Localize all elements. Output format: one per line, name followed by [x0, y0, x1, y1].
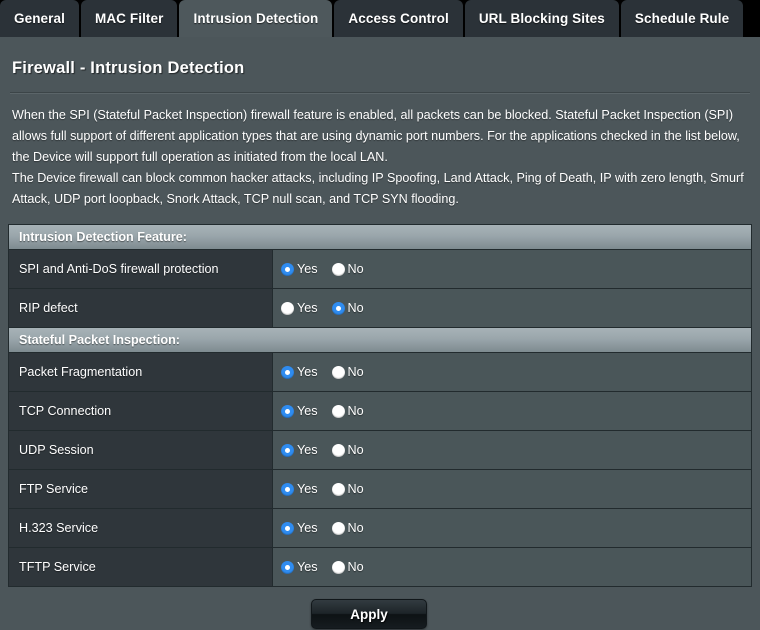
radio-option-yes[interactable]: Yes — [281, 521, 318, 535]
radio-no-label: No — [347, 365, 364, 379]
radio-yes-icon[interactable] — [281, 301, 294, 315]
radio-option-no[interactable]: No — [331, 482, 364, 496]
radio-group: Yes No — [281, 560, 378, 574]
setting-value: Yes No — [273, 353, 751, 391]
description-paragraph-2: The Device firewall can block common hac… — [12, 171, 744, 206]
tab-bar: General MAC Filter Intrusion Detection Acce… — [0, 0, 760, 37]
page-description: When the SPI (Stateful Packet Inspection… — [8, 93, 752, 210]
radio-yes-icon[interactable] — [281, 443, 294, 457]
setting-label: SPI and Anti-DoS firewall protection — [9, 250, 273, 288]
radio-yes-icon[interactable] — [281, 365, 294, 379]
setting-value: Yes No — [273, 392, 751, 430]
setting-value: Yes No — [273, 431, 751, 469]
setting-label: UDP Session — [9, 431, 273, 469]
radio-no-label: No — [347, 404, 364, 418]
radio-no-label: No — [347, 262, 364, 276]
radio-option-yes[interactable]: Yes — [281, 404, 318, 418]
radio-option-yes[interactable]: Yes — [281, 262, 318, 276]
radio-yes-label: Yes — [297, 443, 318, 457]
radio-no-icon[interactable] — [331, 443, 345, 457]
page-title: Firewall - Intrusion Detection — [12, 59, 245, 77]
setting-label: Packet Fragmentation — [9, 353, 273, 391]
radio-no-icon[interactable] — [331, 482, 345, 496]
radio-yes-icon[interactable] — [281, 560, 294, 574]
radio-yes-label: Yes — [297, 365, 318, 379]
radio-option-yes[interactable]: Yes — [281, 365, 318, 379]
radio-yes-label: Yes — [297, 521, 318, 535]
radio-no-label: No — [347, 482, 364, 496]
radio-no-icon[interactable] — [331, 404, 345, 418]
table-row: TCP Connection Yes No — [9, 392, 751, 431]
footer-actions: Apply — [8, 599, 752, 629]
radio-no-label: No — [347, 521, 364, 535]
radio-yes-icon[interactable] — [281, 262, 294, 276]
radio-option-no[interactable]: No — [331, 365, 364, 379]
apply-button[interactable]: Apply — [311, 599, 427, 629]
section-header: Intrusion Detection Feature: — [9, 225, 751, 250]
table-row: H.323 Service Yes No — [9, 509, 751, 548]
description-paragraph-1: When the SPI (Stateful Packet Inspection… — [12, 108, 740, 164]
table-row: UDP Session Yes No — [9, 431, 751, 470]
radio-no-label: No — [347, 443, 364, 457]
radio-yes-icon[interactable] — [281, 482, 294, 496]
radio-option-no[interactable]: No — [331, 301, 364, 315]
setting-value: Yes No — [273, 548, 751, 586]
radio-option-yes[interactable]: Yes — [281, 301, 318, 315]
radio-no-icon[interactable] — [331, 521, 345, 535]
radio-option-yes[interactable]: Yes — [281, 443, 318, 457]
settings-table: Intrusion Detection Feature: SPI and Anti… — [8, 224, 752, 587]
setting-value: Yes No — [273, 250, 751, 288]
radio-option-no[interactable]: No — [331, 521, 364, 535]
radio-option-no[interactable]: No — [331, 404, 364, 418]
radio-option-yes[interactable]: Yes — [281, 560, 318, 574]
setting-label: RIP defect — [9, 289, 273, 327]
setting-label: FTP Service — [9, 470, 273, 508]
setting-label: TCP Connection — [9, 392, 273, 430]
radio-yes-icon[interactable] — [281, 521, 294, 535]
radio-yes-label: Yes — [297, 482, 318, 496]
radio-no-icon[interactable] — [331, 301, 345, 315]
setting-label: TFTP Service — [9, 548, 273, 586]
radio-yes-label: Yes — [297, 560, 318, 574]
tab-access-control[interactable]: Access Control — [334, 0, 463, 37]
radio-no-label: No — [347, 560, 364, 574]
radio-no-label: No — [347, 301, 364, 315]
radio-yes-label: Yes — [297, 262, 318, 276]
table-row: FTP Service Yes No — [9, 470, 751, 509]
radio-group: Yes No — [281, 482, 378, 496]
table-row: RIP defect Yes No — [9, 289, 751, 328]
radio-option-no[interactable]: No — [331, 443, 364, 457]
setting-label: H.323 Service — [9, 509, 273, 547]
table-row: Packet Fragmentation Yes No — [9, 353, 751, 392]
radio-group: Yes No — [281, 365, 378, 379]
page-body: Firewall - Intrusion Detection When the … — [0, 37, 760, 629]
radio-no-icon[interactable] — [331, 365, 345, 379]
radio-option-no[interactable]: No — [331, 262, 364, 276]
table-row: TFTP Service Yes No — [9, 548, 751, 587]
section-header: Stateful Packet Inspection: — [9, 328, 751, 353]
tab-intrusion-detection[interactable]: Intrusion Detection — [179, 0, 333, 37]
radio-no-icon[interactable] — [331, 262, 345, 276]
radio-group: Yes No — [281, 521, 378, 535]
radio-yes-icon[interactable] — [281, 404, 294, 418]
radio-group: Yes No — [281, 443, 378, 457]
setting-value: Yes No — [273, 470, 751, 508]
radio-group: Yes No — [281, 404, 378, 418]
setting-value: Yes No — [273, 289, 751, 327]
tab-schedule-rule[interactable]: Schedule Rule — [620, 0, 744, 37]
radio-yes-label: Yes — [297, 301, 318, 315]
radio-group: Yes No — [281, 301, 378, 315]
radio-option-yes[interactable]: Yes — [281, 482, 318, 496]
radio-option-no[interactable]: No — [331, 560, 364, 574]
radio-yes-label: Yes — [297, 404, 318, 418]
radio-no-icon[interactable] — [331, 560, 345, 574]
tab-url-blocking-sites[interactable]: URL Blocking Sites — [464, 0, 619, 37]
tab-mac-filter[interactable]: MAC Filter — [80, 0, 178, 37]
tab-general[interactable]: General — [0, 0, 79, 37]
table-row: SPI and Anti-DoS firewall protection Yes N… — [9, 250, 751, 289]
radio-group: Yes No — [281, 262, 378, 276]
setting-value: Yes No — [273, 509, 751, 547]
